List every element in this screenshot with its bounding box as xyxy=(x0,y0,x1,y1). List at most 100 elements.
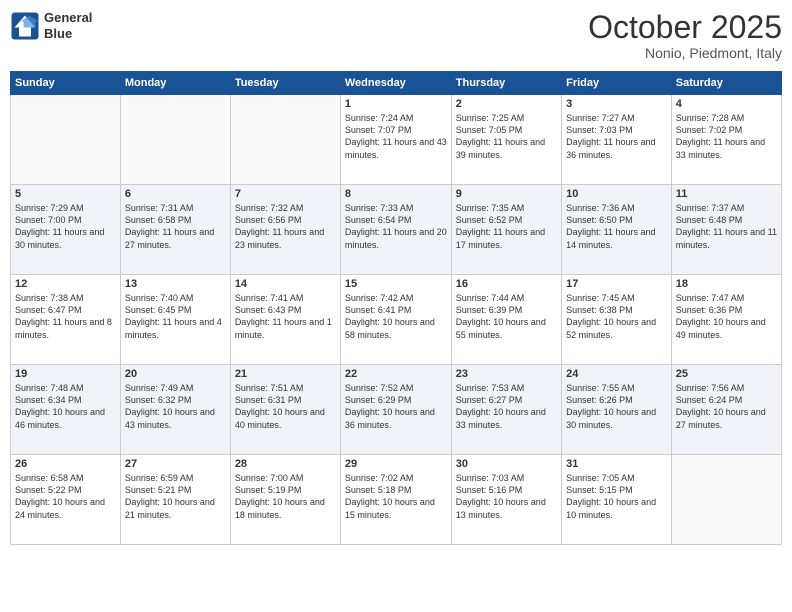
day-info: Sunrise: 7:56 AMSunset: 6:24 PMDaylight:… xyxy=(676,382,777,431)
day-info: Sunrise: 7:52 AMSunset: 6:29 PMDaylight:… xyxy=(345,382,447,431)
logo-text: General Blue xyxy=(44,10,92,41)
location-subtitle: Nonio, Piedmont, Italy xyxy=(588,45,782,61)
sunset-label: Sunset: 5:19 PM xyxy=(235,485,302,495)
sunrise-label: Sunrise: 7:55 AM xyxy=(566,383,635,393)
sunset-label: Sunset: 6:38 PM xyxy=(566,305,633,315)
sunrise-label: Sunrise: 7:38 AM xyxy=(15,293,84,303)
calendar-cell: 30Sunrise: 7:03 AMSunset: 5:16 PMDayligh… xyxy=(451,455,561,545)
daylight-label: Daylight: 11 hours and 23 minutes. xyxy=(235,227,324,249)
sunset-label: Sunset: 6:41 PM xyxy=(345,305,412,315)
calendar-cell: 23Sunrise: 7:53 AMSunset: 6:27 PMDayligh… xyxy=(451,365,561,455)
daylight-label: Daylight: 10 hours and 24 minutes. xyxy=(15,497,105,519)
calendar-cell: 9Sunrise: 7:35 AMSunset: 6:52 PMDaylight… xyxy=(451,185,561,275)
sunrise-label: Sunrise: 7:31 AM xyxy=(125,203,194,213)
daylight-label: Daylight: 10 hours and 13 minutes. xyxy=(456,497,546,519)
calendar-cell: 3 Sunrise: 7:27 AMSunset: 7:03 PMDaylight… xyxy=(562,95,672,185)
sunrise-label: Sunrise: 7:02 AM xyxy=(345,473,414,483)
calendar-week-row: 12Sunrise: 7:38 AMSunset: 6:47 PMDayligh… xyxy=(11,275,782,365)
daylight-label: Daylight: 11 hours and 27 minutes. xyxy=(125,227,214,249)
sunset-label: Sunset: 6:34 PM xyxy=(15,395,82,405)
sunrise-label: Sunrise: 7:51 AM xyxy=(235,383,304,393)
day-number: 18 xyxy=(676,278,777,290)
sunset-label: Sunset: 6:50 PM xyxy=(566,215,633,225)
day-info: Sunrise: 7:51 AMSunset: 6:31 PMDaylight:… xyxy=(235,382,336,431)
day-number: 30 xyxy=(456,458,557,470)
calendar-cell: 31 Sunrise: 7:05 AMSunset: 5:15 PMDayligh… xyxy=(562,455,672,545)
calendar-week-row: 5Sunrise: 7:29 AMSunset: 7:00 PMDaylight… xyxy=(11,185,782,275)
sunset-label: Sunset: 7:07 PM xyxy=(345,125,412,135)
calendar-cell: 16Sunrise: 7:44 AMSunset: 6:39 PMDayligh… xyxy=(451,275,561,365)
sunset-label: Sunset: 6:45 PM xyxy=(125,305,192,315)
sunset-label: Sunset: 6:43 PM xyxy=(235,305,302,315)
day-info: Sunrise: 7:02 AMSunset: 5:18 PMDaylight:… xyxy=(345,472,447,521)
calendar-cell: 10Sunrise: 7:36 AMSunset: 6:50 PMDayligh… xyxy=(562,185,672,275)
day-info: Sunrise: 7:27 AMSunset: 7:03 PMDaylight:… xyxy=(566,112,667,161)
calendar-cell: 18 Sunrise: 7:47 AMSunset: 6:36 PMDayligh… xyxy=(671,275,781,365)
daylight-label: Daylight: 11 hours and 36 minutes. xyxy=(566,137,655,159)
month-title: October 2025 xyxy=(588,10,782,45)
sunrise-label: Sunrise: 7:45 AM xyxy=(566,293,635,303)
col-header-saturday: Saturday xyxy=(671,72,781,95)
day-number: 14 xyxy=(235,278,336,290)
calendar-cell: 19Sunrise: 7:48 AMSunset: 6:34 PMDayligh… xyxy=(11,365,121,455)
col-header-thursday: Thursday xyxy=(451,72,561,95)
sunset-label: Sunset: 6:24 PM xyxy=(676,395,743,405)
daylight-label: Daylight: 11 hours and 8 minutes. xyxy=(15,317,112,339)
daylight-label: Daylight: 10 hours and 21 minutes. xyxy=(125,497,215,519)
calendar-cell xyxy=(11,95,121,185)
daylight-label: Daylight: 10 hours and 27 minutes. xyxy=(676,407,766,429)
sunset-label: Sunset: 5:15 PM xyxy=(566,485,633,495)
logo: General Blue xyxy=(10,10,92,41)
sunrise-label: Sunrise: 7:36 AM xyxy=(566,203,635,213)
daylight-label: Daylight: 11 hours and 4 minutes. xyxy=(125,317,222,339)
sunrise-label: Sunrise: 7:35 AM xyxy=(456,203,525,213)
calendar-cell: 15Sunrise: 7:42 AMSunset: 6:41 PMDayligh… xyxy=(340,275,451,365)
sunrise-label: Sunrise: 7:28 AM xyxy=(676,113,745,123)
daylight-label: Daylight: 10 hours and 33 minutes. xyxy=(456,407,546,429)
day-number: 9 xyxy=(456,188,557,200)
sunrise-label: Sunrise: 7:49 AM xyxy=(125,383,194,393)
day-number: 1 xyxy=(345,98,447,110)
col-header-sunday: Sunday xyxy=(11,72,121,95)
day-info: Sunrise: 7:37 AMSunset: 6:48 PMDaylight:… xyxy=(676,202,777,251)
sunrise-label: Sunrise: 7:41 AM xyxy=(235,293,304,303)
calendar-header-row: SundayMondayTuesdayWednesdayThursdayFrid… xyxy=(11,72,782,95)
day-info: Sunrise: 7:48 AMSunset: 6:34 PMDaylight:… xyxy=(15,382,116,431)
calendar-cell: 1Sunrise: 7:24 AMSunset: 7:07 PMDaylight… xyxy=(340,95,451,185)
day-info: Sunrise: 7:49 AMSunset: 6:32 PMDaylight:… xyxy=(125,382,226,431)
day-info: Sunrise: 7:33 AMSunset: 6:54 PMDaylight:… xyxy=(345,202,447,251)
sunrise-label: Sunrise: 6:59 AM xyxy=(125,473,194,483)
daylight-label: Daylight: 10 hours and 52 minutes. xyxy=(566,317,656,339)
sunset-label: Sunset: 6:26 PM xyxy=(566,395,633,405)
daylight-label: Daylight: 10 hours and 55 minutes. xyxy=(456,317,546,339)
calendar-cell: 5Sunrise: 7:29 AMSunset: 7:00 PMDaylight… xyxy=(11,185,121,275)
calendar-cell: 12Sunrise: 7:38 AMSunset: 6:47 PMDayligh… xyxy=(11,275,121,365)
calendar-cell: 14Sunrise: 7:41 AMSunset: 6:43 PMDayligh… xyxy=(230,275,340,365)
day-info: Sunrise: 7:40 AMSunset: 6:45 PMDaylight:… xyxy=(125,292,226,341)
day-number: 21 xyxy=(235,368,336,380)
sunrise-label: Sunrise: 7:52 AM xyxy=(345,383,414,393)
sunset-label: Sunset: 5:21 PM xyxy=(125,485,192,495)
day-number: 6 xyxy=(125,188,226,200)
day-info: Sunrise: 7:00 AMSunset: 5:19 PMDaylight:… xyxy=(235,472,336,521)
calendar-cell: 11Sunrise: 7:37 AMSunset: 6:48 PMDayligh… xyxy=(671,185,781,275)
sunset-label: Sunset: 6:36 PM xyxy=(676,305,743,315)
daylight-label: Daylight: 11 hours and 14 minutes. xyxy=(566,227,655,249)
day-number: 31 xyxy=(566,458,667,470)
calendar-cell: 24Sunrise: 7:55 AMSunset: 6:26 PMDayligh… xyxy=(562,365,672,455)
daylight-label: Daylight: 11 hours and 43 minutes. xyxy=(345,137,447,159)
day-info: Sunrise: 7:05 AMSunset: 5:15 PMDaylight:… xyxy=(566,472,667,521)
day-info: Sunrise: 7:47 AMSunset: 6:36 PMDaylight:… xyxy=(676,292,777,341)
day-number: 15 xyxy=(345,278,447,290)
day-info: Sunrise: 7:25 AMSunset: 7:05 PMDaylight:… xyxy=(456,112,557,161)
logo-icon xyxy=(10,11,40,41)
daylight-label: Daylight: 11 hours and 11 minutes. xyxy=(676,227,777,249)
day-number: 2 xyxy=(456,98,557,110)
day-number: 3 xyxy=(566,98,667,110)
daylight-label: Daylight: 11 hours and 17 minutes. xyxy=(456,227,545,249)
calendar-cell: 21 Sunrise: 7:51 AMSunset: 6:31 PMDayligh… xyxy=(230,365,340,455)
title-block: October 2025 Nonio, Piedmont, Italy xyxy=(588,10,782,61)
day-info: Sunrise: 7:53 AMSunset: 6:27 PMDaylight:… xyxy=(456,382,557,431)
day-info: Sunrise: 7:55 AMSunset: 6:26 PMDaylight:… xyxy=(566,382,667,431)
day-number: 27 xyxy=(125,458,226,470)
